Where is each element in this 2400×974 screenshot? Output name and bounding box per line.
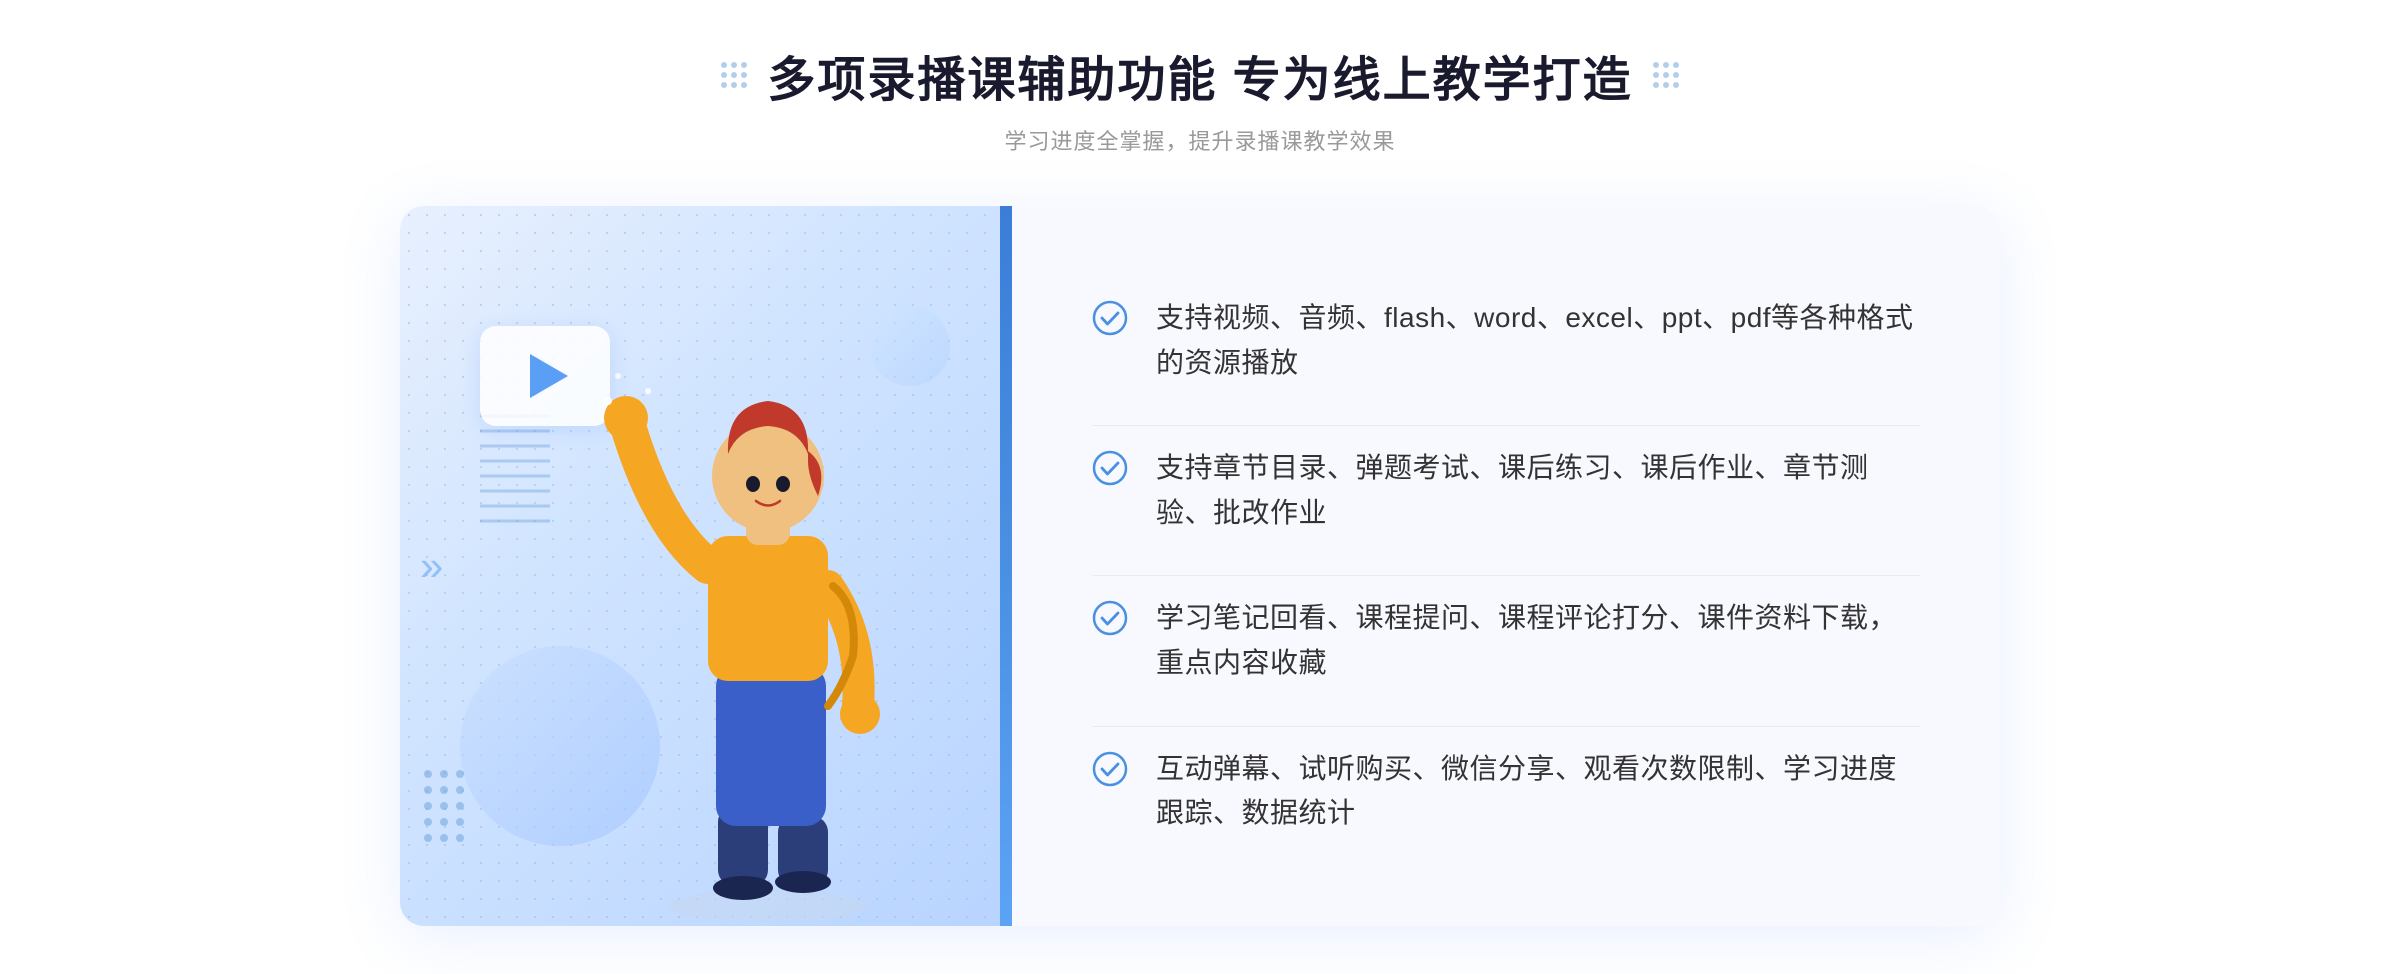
- content-card: »: [400, 206, 2000, 926]
- left-dots-decoration: [721, 62, 747, 88]
- feature-text-3: 学习笔记回看、课程提问、课程评论打分、课件资料下载，重点内容收藏: [1156, 596, 1920, 686]
- feature-text-1: 支持视频、音频、flash、word、excel、ppt、pdf等各种格式的资源…: [1156, 296, 1920, 386]
- person-illustration: [598, 346, 938, 926]
- subtitle: 学习进度全掌握，提升录播课教学效果: [1004, 124, 1395, 156]
- features-area: 支持视频、音频、flash、word、excel、ppt、pdf等各种格式的资源…: [1012, 206, 2000, 926]
- play-icon: [530, 354, 568, 398]
- feature-text-4: 互动弹幕、试听购买、微信分享、观看次数限制、学习进度跟踪、数据统计: [1156, 747, 1920, 837]
- main-title: 多项录播课辅助功能 专为线上教学打造: [767, 40, 1632, 110]
- blue-separator-bar: [1000, 206, 1012, 926]
- feature-item-3: 学习笔记回看、课程提问、课程评论打分、课件资料下载，重点内容收藏: [1092, 575, 1920, 706]
- check-icon-4: [1092, 751, 1128, 787]
- deco-dots-bottom: [420, 766, 480, 846]
- check-icon-2: [1092, 450, 1128, 486]
- page-container: 多项录播课辅助功能 专为线上教学打造 学习进度全掌握，提升录播课教学效果: [0, 40, 2400, 926]
- check-icon-1: [1092, 300, 1128, 336]
- feature-text-2: 支持章节目录、弹题考试、课后练习、课后作业、章节测验、批改作业: [1156, 446, 1920, 536]
- feature-item-1: 支持视频、音频、flash、word、excel、ppt、pdf等各种格式的资源…: [1092, 276, 1920, 406]
- right-dots-decoration: [1653, 62, 1679, 88]
- check-icon-3: [1092, 600, 1128, 636]
- header-section: 多项录播课辅助功能 专为线上教学打造 学习进度全掌握，提升录播课教学效果: [721, 40, 1678, 156]
- feature-item-4: 互动弹幕、试听购买、微信分享、观看次数限制、学习进度跟踪、数据统计: [1092, 726, 1920, 857]
- illustration-area: »: [400, 206, 1000, 926]
- title-row: 多项录播课辅助功能 专为线上教学打造: [721, 40, 1678, 110]
- speech-bubble: [480, 326, 610, 426]
- feature-item-2: 支持章节目录、弹题考试、课后练习、课后作业、章节测验、批改作业: [1092, 425, 1920, 556]
- page-left-arrow[interactable]: »: [420, 542, 443, 590]
